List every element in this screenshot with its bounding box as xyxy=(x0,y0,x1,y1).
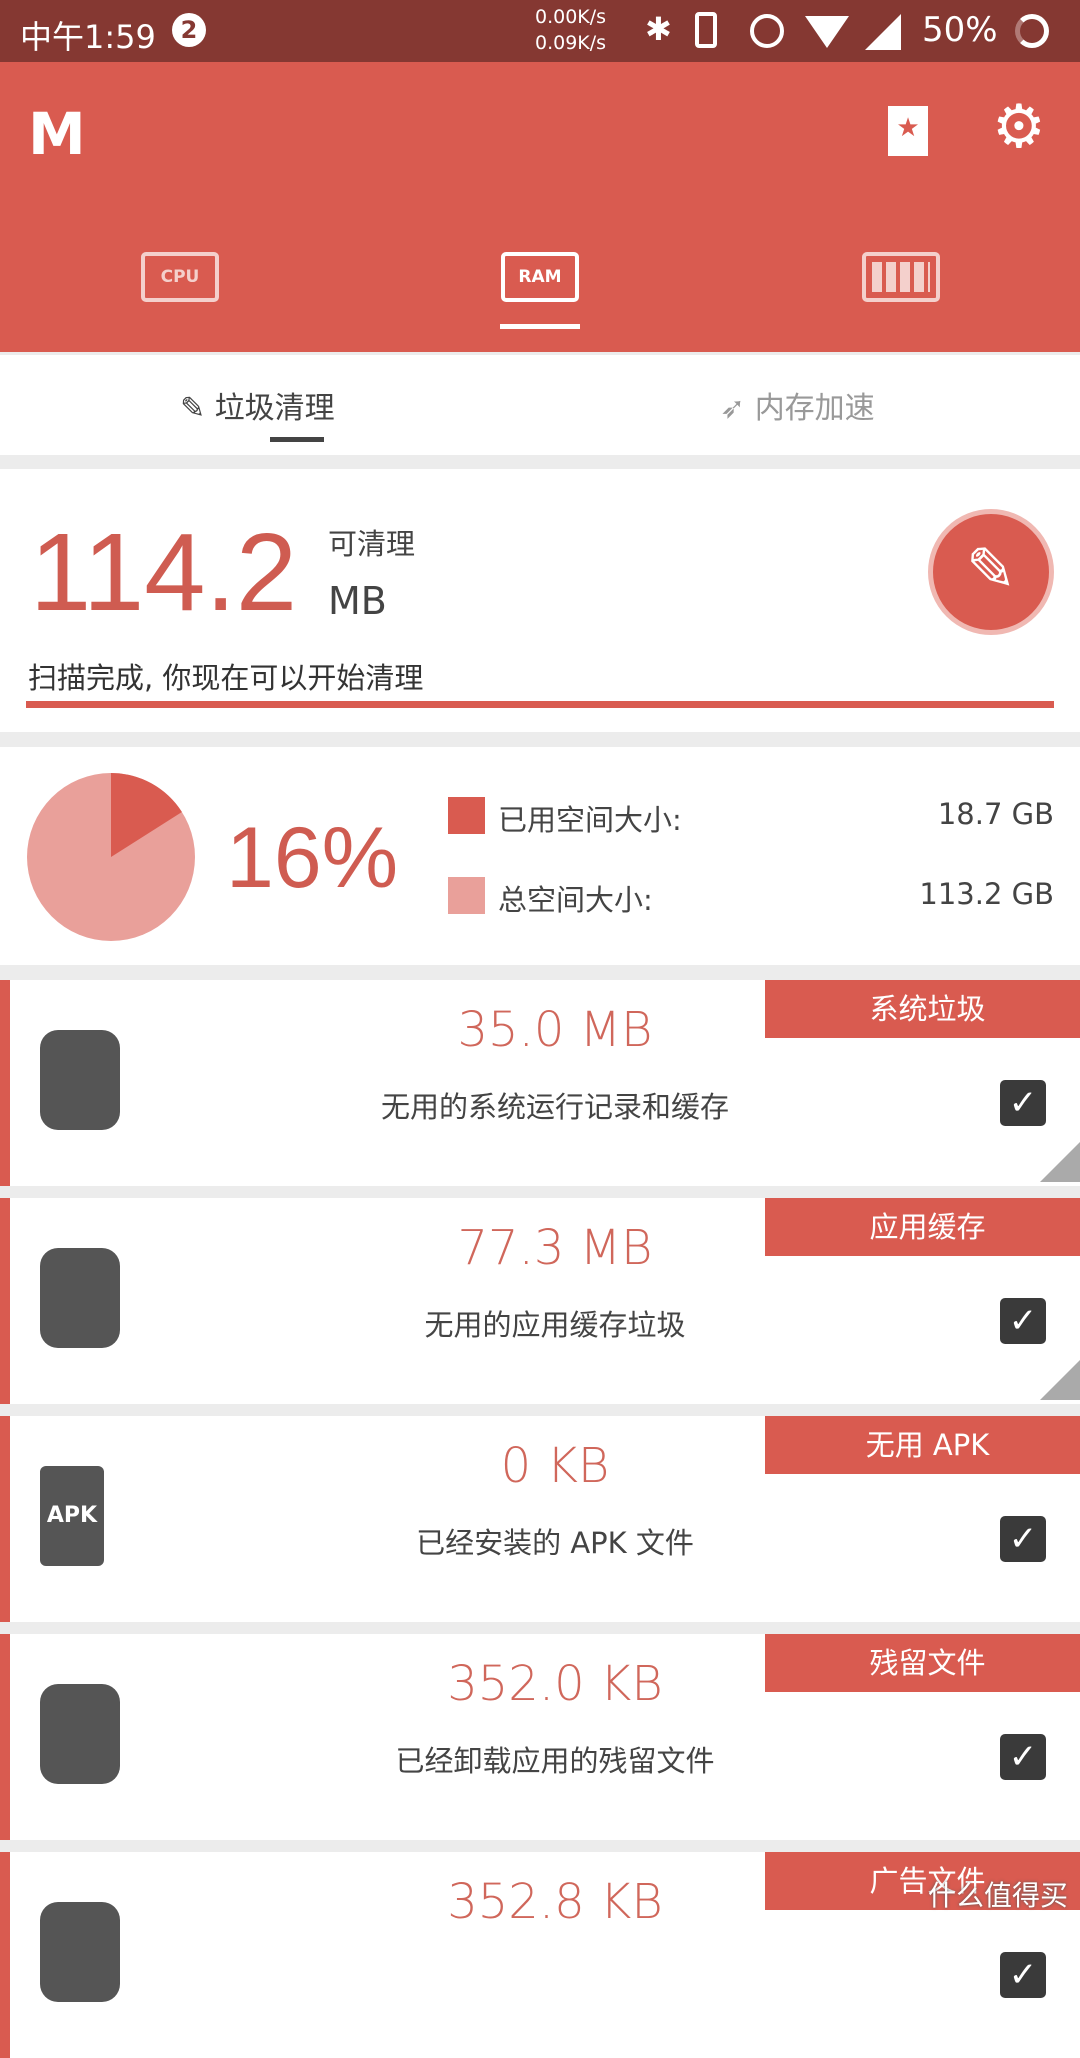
junk-category-item[interactable]: APK 0 KB 已经安装的 APK 文件 无用 APK ✓ xyxy=(0,1416,1080,1622)
cleanable-label: 可清理 xyxy=(328,527,416,561)
used-value: 18.7 GB xyxy=(937,797,1054,831)
summary-card: 114.2 可清理 MB 扫描完成, 你现在可以开始清理 ✎ xyxy=(0,469,1080,732)
junk-category-tag: 系统垃圾 xyxy=(765,980,1080,1038)
app-logo: M xyxy=(28,100,86,168)
sub-tab-bar: ✎ 垃圾清理 ➶ 内存加速 xyxy=(0,355,1080,455)
junk-description: 无用的系统运行记录和缓存 xyxy=(380,1090,729,1124)
alarm-icon xyxy=(750,14,784,48)
settings-gear-icon[interactable]: ⚙ xyxy=(992,92,1046,162)
active-tab-indicator xyxy=(500,324,580,329)
subtab-indicator xyxy=(270,437,324,442)
junk-description: 已经卸载应用的残留文件 xyxy=(395,1744,715,1778)
battery-percent: 50% xyxy=(922,10,998,50)
broom-icon: ✎ xyxy=(180,391,206,426)
battery-ring-icon xyxy=(1015,14,1049,48)
cleanable-amount: 114.2 xyxy=(30,511,298,634)
junk-category-item[interactable]: 77.3 MB 无用的应用缓存垃圾 应用缓存 ✓ xyxy=(0,1198,1080,1404)
used-legend-swatch xyxy=(448,797,485,834)
subtab-junk-clean[interactable]: ✎ 垃圾清理 xyxy=(180,383,335,427)
subtab-label: 垃圾清理 xyxy=(214,391,335,426)
net-down-speed: 0.09K/s xyxy=(535,32,607,54)
cleanable-unit: MB xyxy=(328,579,387,623)
battery-icon: battery xyxy=(872,262,930,292)
subtab-memory-boost[interactable]: ➶ 内存加速 xyxy=(720,383,875,427)
status-time: 中午1:59 xyxy=(20,18,156,56)
select-checkbox[interactable]: ✓ xyxy=(1000,1298,1046,1344)
clean-button[interactable]: ✎ xyxy=(928,509,1054,635)
expand-corner-icon[interactable] xyxy=(1040,1142,1080,1182)
notification-count-badge: 2 xyxy=(172,13,206,47)
wifi-icon xyxy=(805,16,849,48)
junk-category-item[interactable]: 352.0 KB 已经卸载应用的残留文件 残留文件 ✓ xyxy=(0,1634,1080,1840)
expand-corner-icon[interactable] xyxy=(1040,1360,1080,1400)
junk-category-tag: 应用缓存 xyxy=(765,1198,1080,1256)
scan-progress-bar xyxy=(26,701,1054,708)
scan-status: 扫描完成, 你现在可以开始清理 xyxy=(28,661,424,695)
tab-ram[interactable]: RAM xyxy=(501,252,579,302)
vibrate-icon xyxy=(695,12,717,48)
watermark: 什么值得买 xyxy=(927,1879,1068,1912)
junk-description: 无用的应用缓存垃圾 xyxy=(424,1308,686,1342)
subtab-label: 内存加速 xyxy=(754,391,875,426)
select-checkbox[interactable]: ✓ xyxy=(1000,1080,1046,1126)
select-checkbox[interactable]: ✓ xyxy=(1000,1516,1046,1562)
used-label: 已用空间大小: xyxy=(498,803,682,837)
total-value: 113.2 GB xyxy=(919,877,1054,911)
total-label: 总空间大小: xyxy=(498,883,653,917)
used-percent: 16% xyxy=(226,810,399,906)
rocket-icon: ➶ xyxy=(720,391,746,426)
junk-description: 已经安装的 APK 文件 xyxy=(416,1526,694,1560)
total-legend-swatch xyxy=(448,877,485,914)
junk-category-tag: 无用 APK xyxy=(765,1416,1080,1474)
bluetooth-icon: ✱ xyxy=(645,10,672,48)
select-checkbox[interactable]: ✓ xyxy=(1000,1952,1046,1998)
net-up-speed: 0.00K/s xyxy=(535,6,607,28)
junk-category-item[interactable]: 35.0 MB 无用的系统运行记录和缓存 系统垃圾 ✓ xyxy=(0,980,1080,1186)
status-bar: 中午1:59 2 0.00K/s 0.09K/s ✱ 50% xyxy=(0,0,1080,62)
storage-pie-chart xyxy=(27,773,195,941)
tab-battery[interactable]: battery xyxy=(862,252,940,302)
app-header: M ★ ⚙ CPU RAM battery xyxy=(0,62,1080,352)
storage-card: 16% 已用空间大小: 18.7 GB 总空间大小: 113.2 GB xyxy=(0,747,1080,965)
tab-cpu[interactable]: CPU xyxy=(141,252,219,302)
bookmark-star-icon[interactable]: ★ xyxy=(888,106,928,156)
broom-icon: ✎ xyxy=(965,535,1017,605)
junk-category-item[interactable]: 352.8 KB 广告文件 ✓ xyxy=(0,1852,1080,2058)
signal-icon xyxy=(865,14,901,50)
select-checkbox[interactable]: ✓ xyxy=(1000,1734,1046,1780)
junk-category-tag: 残留文件 xyxy=(765,1634,1080,1692)
